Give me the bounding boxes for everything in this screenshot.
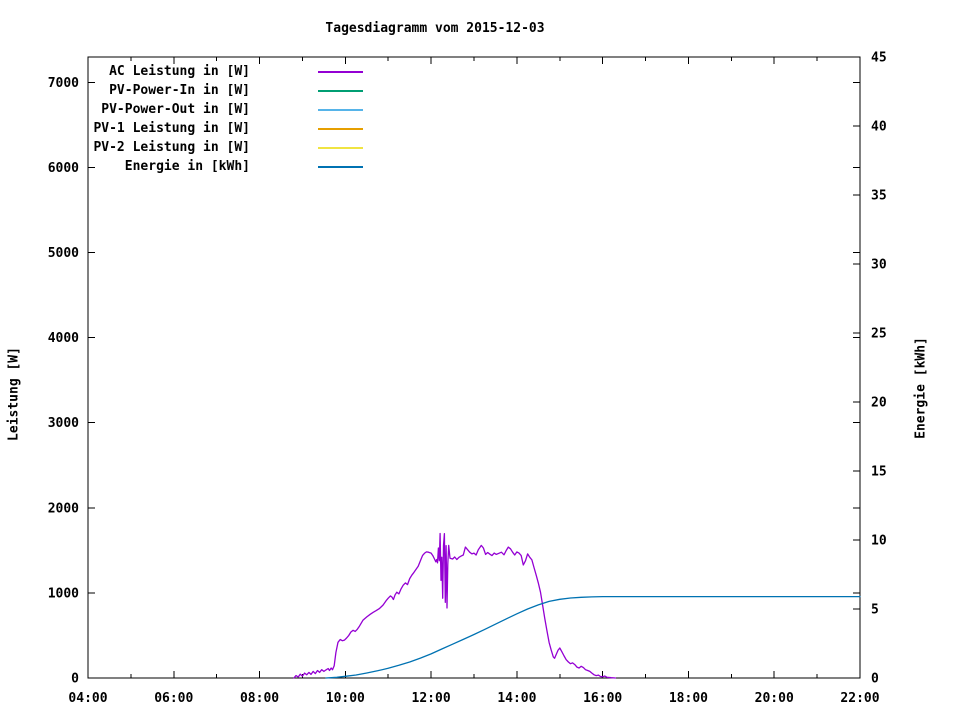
legend-entry: PV-Power-Out in [W] xyxy=(0,100,363,119)
y1-tick-label: 3000 xyxy=(48,416,79,431)
y2-tick-label: 35 xyxy=(871,189,887,204)
legend-entry: AC Leistung in [W] xyxy=(0,62,363,81)
x-tick-label: 04:00 xyxy=(68,691,107,706)
y2-tick-label: 45 xyxy=(871,51,887,66)
legend-sample-line xyxy=(318,89,363,92)
y1-tick-label: 4000 xyxy=(48,331,79,346)
y2-axis-tick-labels: 0 5 10 15 20 25 30 35 40 45 xyxy=(871,51,887,687)
legend-entry-label: PV-Power-In in [W] xyxy=(109,83,250,98)
legend-entry-label: Energie in [kWh] xyxy=(124,159,250,174)
legend-sample-line xyxy=(318,108,363,111)
legend-entry-label: PV-1 Leistung in [W] xyxy=(93,121,250,136)
y2-tick-label: 25 xyxy=(871,327,887,342)
x-tick-label: 12:00 xyxy=(412,691,451,706)
legend-entry: PV-1 Leistung in [W] xyxy=(0,119,363,138)
x-tick-label: 22:00 xyxy=(840,691,879,706)
y2-tick-label: 5 xyxy=(871,603,879,618)
legend-sample-line xyxy=(318,127,363,130)
legend-sample-line xyxy=(318,165,363,168)
x-tick-label: 16:00 xyxy=(583,691,622,706)
y2-tick-label: 40 xyxy=(871,120,887,135)
y2-axis-label-energy: Energie [kWh] xyxy=(913,337,929,439)
y-axis-label-power: Leistung [W] xyxy=(6,347,22,441)
y2-tick-label: 30 xyxy=(871,258,887,273)
legend: AC Leistung in [W] PV-Power-In in [W] PV-P… xyxy=(0,62,363,176)
x-tick-label: 18:00 xyxy=(669,691,708,706)
legend-entry-label: AC Leistung in [W] xyxy=(109,64,250,79)
y2-tick-label: 20 xyxy=(871,396,887,411)
legend-entry: Energie in [kWh] xyxy=(0,157,363,176)
daily-pv-chart: 04:00 06:00 08:00 10:00 12:00 14:00 16:00 18:00… xyxy=(0,0,960,720)
y1-tick-label: 1000 xyxy=(48,586,79,601)
x-tick-label: 14:00 xyxy=(497,691,536,706)
y2-tick-label: 10 xyxy=(871,534,887,549)
series-ac-leistung-in-w xyxy=(293,532,617,679)
legend-entry: PV-Power-In in [W] xyxy=(0,81,363,100)
x-tick-label: 10:00 xyxy=(326,691,365,706)
y1-tick-label: 0 xyxy=(71,672,79,687)
y2-tick-label: 0 xyxy=(871,672,879,687)
x-tick-label: 06:00 xyxy=(154,691,193,706)
x-tick-label: 08:00 xyxy=(240,691,279,706)
legend-entry-label: PV-2 Leistung in [W] xyxy=(93,140,250,155)
x-tick-label: 20:00 xyxy=(755,691,794,706)
chart-title: Tagesdiagramm vom 2015-12-03 xyxy=(325,21,545,36)
y1-tick-label: 2000 xyxy=(48,501,79,516)
y2-tick-label: 15 xyxy=(871,465,887,480)
y1-tick-label: 5000 xyxy=(48,246,79,261)
legend-entry: PV-2 Leistung in [W] xyxy=(0,138,363,157)
legend-sample-line xyxy=(318,146,363,149)
series-energie-in-kwh xyxy=(325,595,861,679)
legend-sample-line xyxy=(318,70,363,73)
y2-axis-ticks xyxy=(853,56,860,679)
legend-entry-label: PV-Power-Out in [W] xyxy=(101,102,250,117)
x-axis-tick-labels: 04:00 06:00 08:00 10:00 12:00 14:00 16:00 18:00… xyxy=(68,691,879,706)
